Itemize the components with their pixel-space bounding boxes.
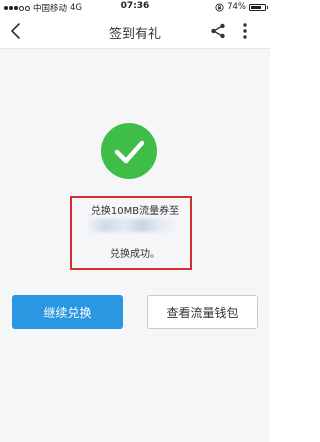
check-icon xyxy=(114,140,145,164)
share-icon[interactable] xyxy=(210,23,226,39)
success-message: 兑换成功。 xyxy=(110,249,160,260)
page-title: 签到有礼 xyxy=(108,27,161,42)
view-data-wallet-button[interactable]: 查看流量钱包 xyxy=(147,295,258,329)
nav-bar: 签到有礼 xyxy=(0,14,270,49)
exchange-message: 兑换10MB流量券至 xyxy=(90,206,180,217)
continue-exchange-button[interactable]: 继续兑换 xyxy=(12,295,123,329)
main-content: 兑换10MB流量券至 兑换成功。 继续兑换 查看流量钱包 xyxy=(0,49,270,442)
success-badge xyxy=(101,123,157,179)
redacted-phone-number xyxy=(87,219,179,232)
status-bar: 中国移动 4G 07:36 74% xyxy=(0,0,270,14)
battery-percent: 74% xyxy=(227,2,246,12)
battery-icon xyxy=(249,3,268,11)
rotation-lock-icon xyxy=(215,2,224,12)
status-right: 74% xyxy=(215,2,268,12)
more-vertical-icon[interactable] xyxy=(241,22,249,40)
